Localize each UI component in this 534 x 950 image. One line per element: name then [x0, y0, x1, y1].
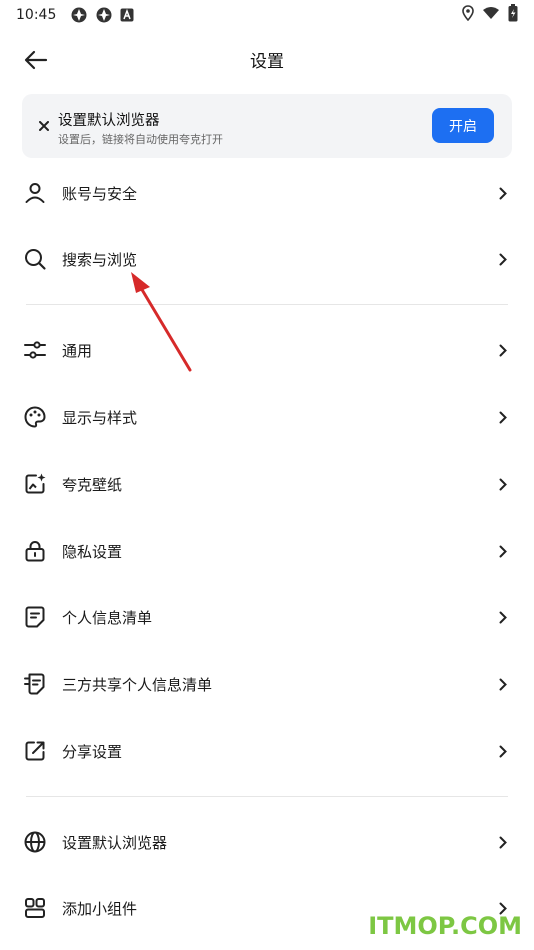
menu-item-label: 设置默认浏览器: [62, 833, 168, 852]
app-notification-icon: [70, 6, 88, 24]
sliders-icon: [22, 337, 48, 363]
page-title: 设置: [250, 51, 284, 72]
menu-item-personal-info-list[interactable]: 个人信息清单: [0, 593, 534, 641]
menu-item-third-party-info-list[interactable]: 三方共享个人信息清单: [0, 660, 534, 708]
app-notification-icon: [95, 6, 113, 24]
menu-item-set-default-browser[interactable]: 设置默认浏览器: [0, 818, 534, 866]
menu-item-account-security[interactable]: 账号与安全: [0, 169, 534, 217]
chevron-right-icon: [498, 544, 508, 558]
wifi-icon: [482, 6, 500, 24]
close-icon: [39, 121, 49, 131]
menu-item-search-browse[interactable]: 搜索与浏览: [0, 235, 534, 283]
status-bar: 10:45: [0, 0, 534, 30]
chevron-right-icon: [498, 252, 508, 266]
document-icon: [22, 604, 48, 630]
location-icon: [462, 5, 474, 25]
widget-icon: [22, 895, 48, 921]
search-icon: [22, 246, 48, 272]
enable-default-browser-button[interactable]: 开启: [432, 108, 494, 143]
menu-item-label: 三方共享个人信息清单: [62, 675, 213, 694]
menu-item-display-style[interactable]: 显示与样式: [0, 393, 534, 441]
status-time: 10:45: [16, 7, 57, 23]
default-browser-banner: 设置默认浏览器 设置后，链接将自动使用夸克打开 开启: [22, 94, 512, 158]
menu-item-label: 夸克壁纸: [62, 475, 123, 494]
menu-item-label: 显示与样式: [62, 408, 138, 427]
globe-icon: [22, 829, 48, 855]
chevron-right-icon: [498, 677, 508, 691]
person-icon: [22, 180, 48, 206]
menu-item-share-settings[interactable]: 分享设置: [0, 727, 534, 775]
menu-item-label: 账号与安全: [62, 184, 138, 203]
menu-item-quark-wallpaper[interactable]: 夸克壁纸: [0, 460, 534, 508]
battery-icon: [508, 4, 518, 26]
banner-subtitle: 设置后，链接将自动使用夸克打开: [58, 133, 223, 146]
font-notification-icon: [120, 8, 134, 22]
back-arrow-icon: [24, 50, 48, 70]
chevron-right-icon: [498, 835, 508, 849]
chevron-right-icon: [498, 410, 508, 424]
menu-item-label: 隐私设置: [62, 542, 123, 561]
menu-item-general[interactable]: 通用: [0, 326, 534, 374]
lock-icon: [22, 538, 48, 564]
chevron-right-icon: [498, 610, 508, 624]
chevron-right-icon: [498, 343, 508, 357]
shared-document-icon: [22, 671, 48, 697]
back-button[interactable]: [22, 46, 50, 74]
section-divider: [26, 796, 508, 797]
app-bar: 设置: [0, 36, 534, 82]
menu-item-label: 添加小组件: [62, 899, 138, 918]
menu-item-label: 分享设置: [62, 742, 123, 761]
banner-title: 设置默认浏览器: [58, 113, 160, 129]
chevron-right-icon: [498, 477, 508, 491]
share-icon: [22, 738, 48, 764]
wallpaper-icon: [22, 471, 48, 497]
menu-item-label: 通用: [62, 341, 93, 360]
menu-item-label: 个人信息清单: [62, 608, 153, 627]
menu-item-label: 搜索与浏览: [62, 250, 138, 269]
chevron-right-icon: [498, 744, 508, 758]
close-banner-button[interactable]: [34, 116, 54, 136]
watermark-text: ITMOP.COM: [368, 912, 522, 940]
menu-item-privacy-settings[interactable]: 隐私设置: [0, 527, 534, 575]
chevron-right-icon: [498, 186, 508, 200]
palette-icon: [22, 404, 48, 430]
section-divider: [26, 304, 508, 305]
